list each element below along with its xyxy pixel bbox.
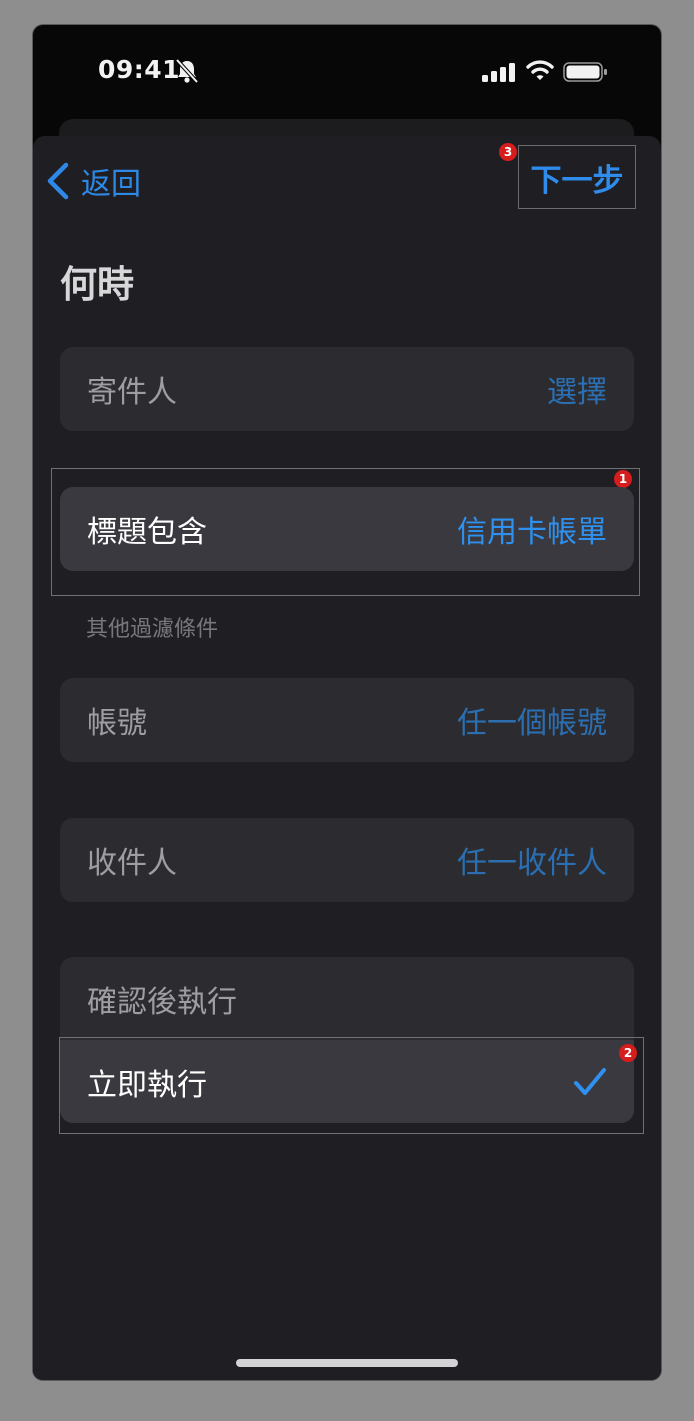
status-time: 09:41 [98,55,181,84]
recipient-label: 收件人 [87,846,177,881]
phone-screen: 09:41 返回 3 下一步 何時 寄件人 選擇 1 標題包含 信用卡帳單 其他… [33,25,661,1380]
account-row[interactable]: 帳號 任一個帳號 [60,678,634,762]
silent-bell-icon [175,58,199,88]
wifi-icon [526,60,554,85]
recipient-row[interactable]: 收件人 任一收件人 [60,818,634,902]
back-button[interactable]: 返回 [45,156,175,206]
subject-value: 信用卡帳單 [457,515,607,550]
sender-row[interactable]: 寄件人 選擇 [60,347,634,431]
next-label: 下一步 [530,162,624,199]
account-label: 帳號 [87,706,147,741]
annotation-badge-1: 1 [614,470,632,488]
sender-value: 選擇 [547,375,607,410]
subject-contains-row[interactable]: 標題包含 信用卡帳單 [60,487,634,571]
next-button[interactable]: 下一步 [518,145,636,209]
annotation-badge-3: 3 [499,143,517,161]
other-filters-header: 其他過濾條件 [86,617,219,642]
home-indicator[interactable] [236,1359,458,1367]
highlight-box-2 [59,1037,644,1134]
recipient-value: 任一收件人 [457,846,607,881]
run-after-confirm-label: 確認後執行 [87,984,237,1020]
section-title: 何時 [60,263,134,306]
run-after-confirm-option[interactable]: 確認後執行 [60,957,634,1040]
account-value: 任一個帳號 [457,706,607,741]
edit-rule-sheet: 返回 3 下一步 何時 寄件人 選擇 1 標題包含 信用卡帳單 其他過濾條件 帳… [33,136,661,1380]
sender-label: 寄件人 [87,375,177,410]
subject-label: 標題包含 [87,515,207,550]
chevron-left-icon [47,162,69,200]
back-label: 返回 [81,167,141,202]
battery-icon [563,62,608,86]
annotation-badge-2: 2 [619,1044,637,1062]
cellular-signal-icon [482,63,515,86]
